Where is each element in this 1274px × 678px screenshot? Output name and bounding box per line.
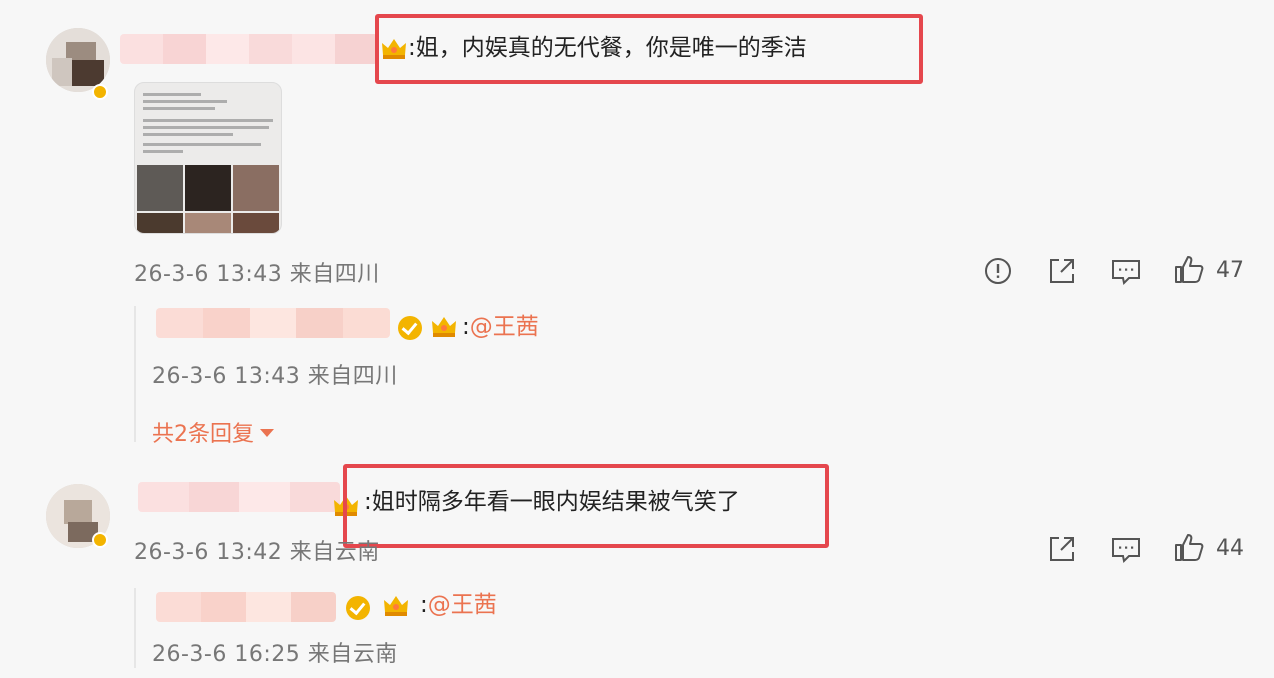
caret-down-icon xyxy=(260,429,274,437)
username-blurred[interactable] xyxy=(156,308,390,338)
mention-link[interactable]: @王茜 xyxy=(470,314,539,340)
verified-icon xyxy=(92,532,108,548)
like-icon[interactable] xyxy=(1172,531,1206,565)
crown-icon xyxy=(382,592,410,618)
username-blurred[interactable] xyxy=(138,482,340,512)
reply-text: :@王茜 xyxy=(420,590,497,620)
mention-link[interactable]: @王茜 xyxy=(428,592,497,618)
like-count: 47 xyxy=(1216,258,1244,283)
highlight-box xyxy=(343,464,829,548)
reply-prefix: : xyxy=(420,592,428,618)
verified-icon xyxy=(398,316,422,340)
verified-icon xyxy=(346,596,370,620)
username-blurred[interactable] xyxy=(120,34,378,64)
crown-icon xyxy=(430,313,458,339)
reply-meta: 26-3-6 13:43 来自四川 xyxy=(152,364,398,389)
comment-icon[interactable] xyxy=(1109,254,1143,288)
reply-meta: 26-3-6 16:25 来自云南 xyxy=(152,642,398,667)
username-blurred[interactable] xyxy=(156,592,336,622)
comment-meta: 26-3-6 13:43 来自四川 xyxy=(134,262,380,287)
reply-prefix: : xyxy=(462,314,470,340)
more-replies-label: 共2条回复 xyxy=(152,422,254,447)
comment-meta: 26-3-6 13:42 来自云南 xyxy=(134,540,380,565)
reply-divider xyxy=(134,588,136,668)
share-icon[interactable] xyxy=(1045,254,1079,288)
avatar[interactable] xyxy=(46,28,110,92)
reply-divider xyxy=(134,306,136,442)
highlight-box xyxy=(375,14,923,84)
share-icon[interactable] xyxy=(1045,532,1079,566)
report-icon[interactable] xyxy=(981,254,1015,288)
like-count: 44 xyxy=(1216,536,1244,561)
comment-image[interactable] xyxy=(134,82,282,234)
verified-icon xyxy=(92,84,108,100)
comment-icon[interactable] xyxy=(1109,532,1143,566)
like-icon[interactable] xyxy=(1172,253,1206,287)
more-replies-button[interactable]: 共2条回复 xyxy=(152,416,274,448)
reply-text: :@王茜 xyxy=(462,312,539,342)
